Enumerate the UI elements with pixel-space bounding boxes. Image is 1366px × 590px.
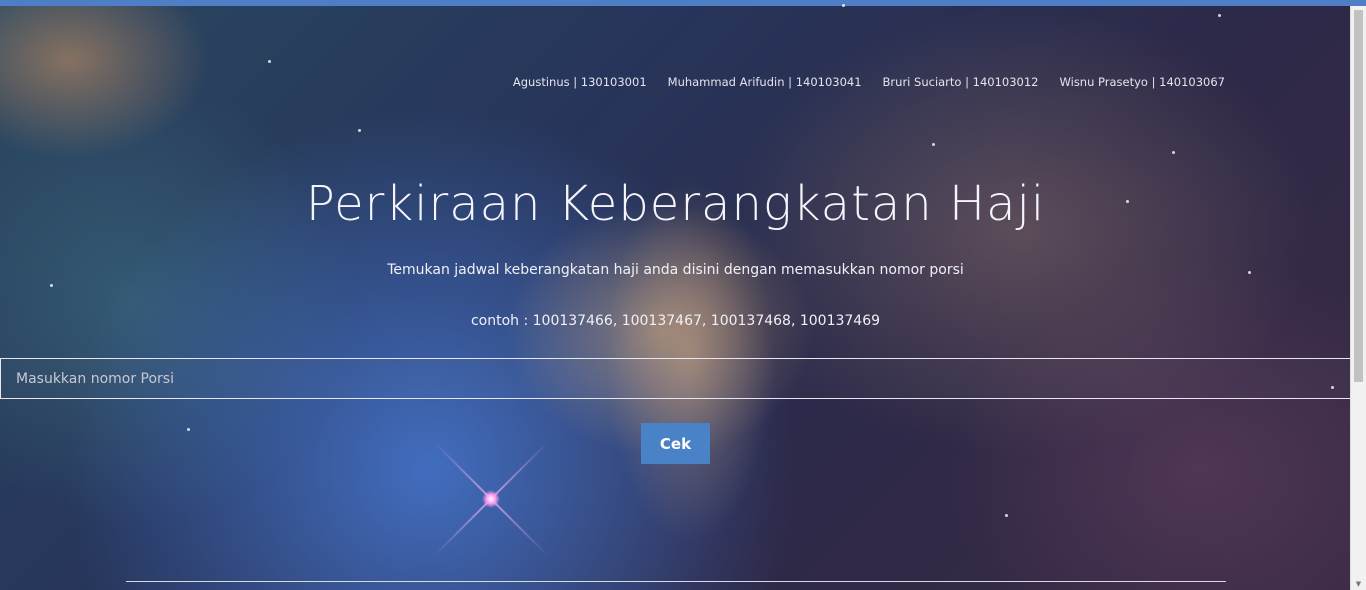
top-accent-bar: [0, 0, 1366, 6]
page-title: Perkiraan Keberangkatan Haji: [305, 176, 1046, 232]
star: [1005, 514, 1008, 517]
star: [1218, 14, 1221, 17]
page: Agustinus | 130103001 Muhammad Arifudin …: [0, 0, 1366, 590]
arrow-down-icon[interactable]: ▼: [1354, 580, 1363, 588]
star: [1172, 151, 1175, 154]
page-subtitle: Temukan jadwal keberangkatan haji anda d…: [387, 262, 964, 278]
star: [842, 4, 845, 7]
star: [932, 143, 935, 146]
scrollbar-thumb[interactable]: [1354, 10, 1363, 382]
star: [268, 60, 271, 63]
porsi-number-input[interactable]: [0, 358, 1351, 399]
nav-item-agustinus[interactable]: Agustinus | 130103001: [513, 75, 647, 89]
section-divider: [126, 581, 1226, 582]
nav-item-wisnu-prasetyo[interactable]: Wisnu Prasetyo | 140103067: [1060, 75, 1226, 89]
nav-item-bruri-suciarto[interactable]: Bruri Suciarto | 140103012: [883, 75, 1039, 89]
star: [358, 129, 361, 132]
nav-item-muhammad-arifudin[interactable]: Muhammad Arifudin | 140103041: [668, 75, 862, 89]
bright-star: [482, 490, 500, 508]
author-nav: Agustinus | 130103001 Muhammad Arifudin …: [513, 75, 1225, 89]
star: [187, 428, 190, 431]
page-scrollbar[interactable]: ▼: [1350, 6, 1366, 590]
cek-button[interactable]: Cek: [641, 423, 710, 464]
star: [50, 284, 53, 287]
example-numbers: contoh : 100137466, 100137467, 100137468…: [470, 313, 881, 329]
